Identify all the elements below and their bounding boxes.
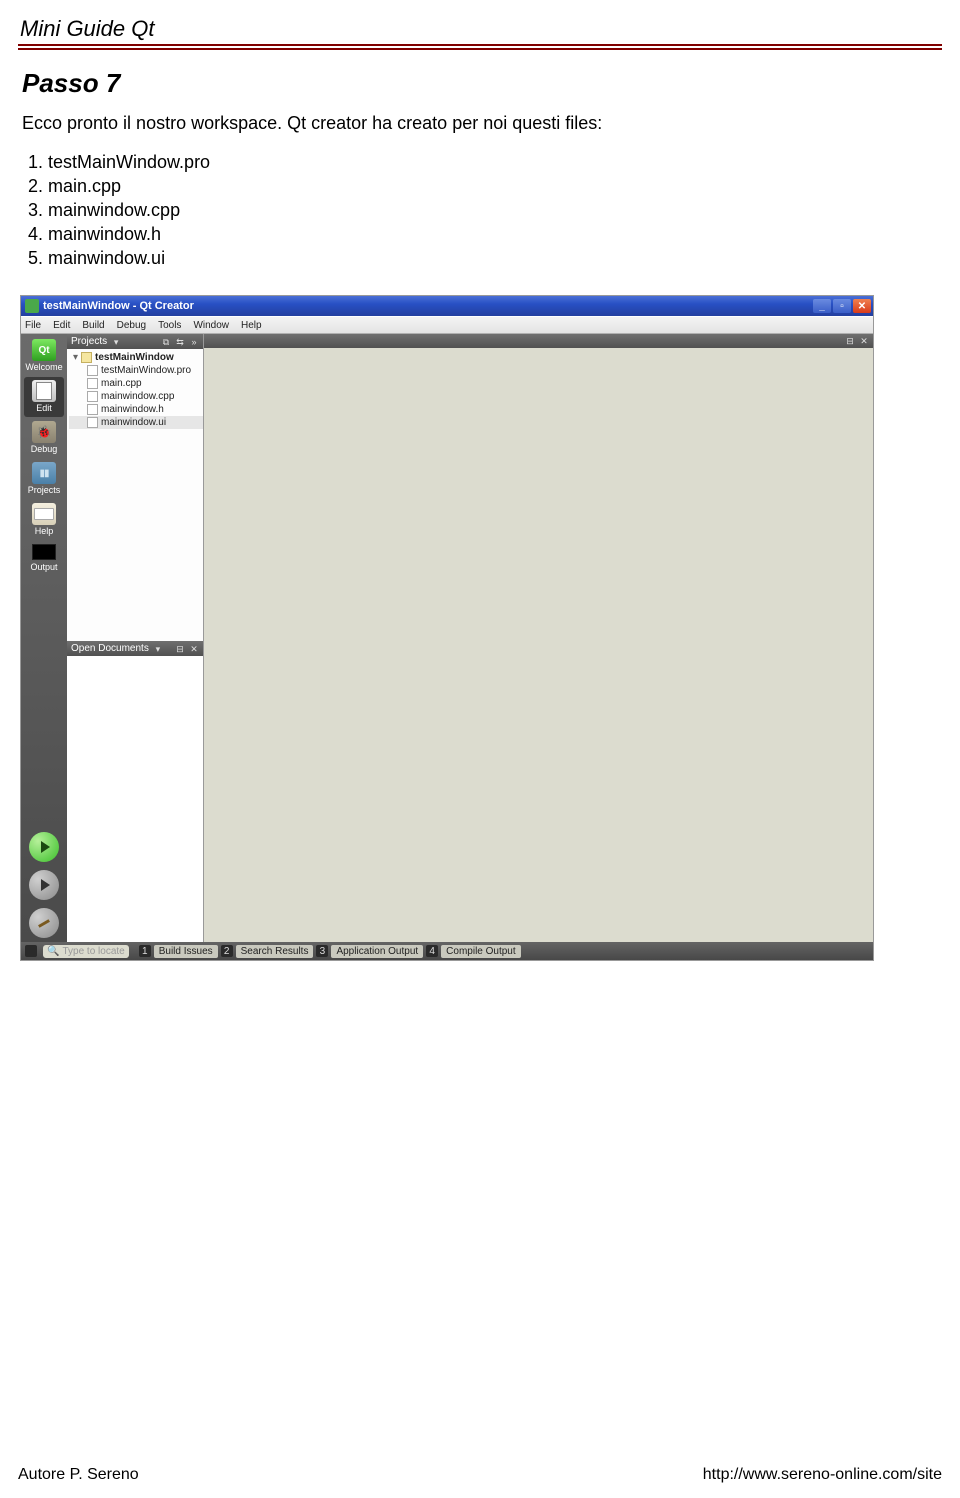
file-icon — [87, 378, 98, 389]
mode-projects[interactable]: Projects — [24, 459, 64, 499]
node-label: main.cpp — [101, 378, 142, 389]
edit-icon — [32, 380, 56, 402]
projects-header[interactable]: Projects ▾ ⧉ ⇆ » — [67, 334, 203, 349]
rule-top — [18, 44, 942, 46]
intro-paragraph: Ecco pronto il nostro workspace. Qt crea… — [22, 113, 942, 134]
panel-title: Projects — [71, 336, 107, 347]
file-icon — [87, 404, 98, 415]
file-item: main.cpp — [48, 176, 942, 197]
mode-help[interactable]: Help — [24, 500, 64, 540]
tree-root[interactable]: ▾ testMainWindow — [69, 351, 203, 364]
maximize-button[interactable]: ▫ — [833, 299, 851, 313]
project-tree[interactable]: ▾ testMainWindow testMainWindow.pro main… — [67, 349, 203, 641]
chevron-down-icon[interactable]: ▾ — [153, 644, 163, 654]
mode-welcome[interactable]: Welcome — [24, 336, 64, 376]
footer-author: Autore P. Sereno — [18, 1466, 139, 1484]
chevron-down-icon[interactable]: ▾ — [111, 337, 121, 347]
qt-icon — [32, 339, 56, 361]
debug-run-button[interactable] — [29, 870, 59, 900]
help-icon — [32, 503, 56, 525]
bug-icon — [32, 421, 56, 443]
tab-compile-output[interactable]: 4Compile Output — [426, 945, 520, 958]
file-item: mainwindow.cpp — [48, 200, 942, 221]
split-icon[interactable]: ⊟ — [845, 336, 855, 346]
node-label: mainwindow.ui — [101, 417, 166, 428]
mode-label: Edit — [36, 403, 52, 413]
more-icon[interactable]: » — [189, 337, 199, 347]
tab-search-results[interactable]: 2Search Results — [221, 945, 314, 958]
node-label: testMainWindow — [95, 352, 174, 363]
status-bar: 🔍 Type to locate 1Build Issues 2Search R… — [21, 942, 873, 960]
node-label: mainwindow.cpp — [101, 391, 174, 402]
mode-label: Welcome — [25, 362, 62, 372]
build-button[interactable] — [29, 908, 59, 938]
file-icon — [87, 365, 98, 376]
tab-build-issues[interactable]: 1Build Issues — [139, 945, 218, 958]
menu-file[interactable]: File — [25, 320, 41, 331]
close-button[interactable]: ✕ — [853, 299, 871, 313]
mode-label: Projects — [28, 485, 61, 495]
output-icon — [32, 544, 56, 560]
open-documents-list[interactable] — [67, 656, 203, 942]
mode-output[interactable]: Output — [24, 541, 64, 576]
tree-file[interactable]: testMainWindow.pro — [69, 364, 203, 377]
file-list: testMainWindow.pro main.cpp mainwindow.c… — [22, 152, 942, 269]
file-icon — [87, 391, 98, 402]
mode-edit[interactable]: Edit — [24, 377, 64, 417]
mode-label: Output — [30, 562, 57, 572]
open-documents-header[interactable]: Open Documents ▾ ⊟ ✕ — [67, 641, 203, 656]
window-titlebar[interactable]: testMainWindow - Qt Creator _ ▫ ✕ — [21, 296, 873, 316]
folder-icon — [81, 352, 92, 363]
file-item: mainwindow.ui — [48, 248, 942, 269]
menu-window[interactable]: Window — [193, 320, 229, 331]
menu-edit[interactable]: Edit — [53, 320, 70, 331]
tree-file[interactable]: mainwindow.cpp — [69, 390, 203, 403]
run-button[interactable] — [29, 832, 59, 862]
panel-title: Open Documents — [71, 643, 149, 654]
work-area: Welcome Edit Debug Projects Help — [21, 334, 873, 942]
tab-application-output[interactable]: 3Application Output — [316, 945, 423, 958]
node-label: mainwindow.h — [101, 404, 164, 415]
mode-bar: Welcome Edit Debug Projects Help — [21, 334, 67, 942]
menu-tools[interactable]: Tools — [158, 320, 181, 331]
menu-help[interactable]: Help — [241, 320, 262, 331]
locator-placeholder: Type to locate — [62, 946, 124, 957]
mode-label: Debug — [31, 444, 58, 454]
toggle-sidebar-button[interactable] — [25, 945, 37, 957]
section-title: Passo 7 — [22, 68, 942, 99]
node-label: testMainWindow.pro — [101, 365, 191, 376]
rule-top-2 — [18, 48, 942, 50]
menu-bar: File Edit Build Debug Tools Window Help — [21, 316, 873, 334]
screenshot-qtcreator: testMainWindow - Qt Creator _ ▫ ✕ File E… — [20, 295, 874, 961]
menu-debug[interactable]: Debug — [117, 320, 146, 331]
footer-url: http://www.sereno-online.com/site — [703, 1466, 942, 1484]
close-icon[interactable]: ✕ — [859, 336, 869, 346]
doc-title: Mini Guide Qt — [20, 16, 942, 42]
minimize-button[interactable]: _ — [813, 299, 831, 313]
side-panel: Projects ▾ ⧉ ⇆ » ▾ testMainWindow — [67, 334, 204, 942]
tree-file[interactable]: main.cpp — [69, 377, 203, 390]
form-icon — [87, 417, 98, 428]
filter-icon[interactable]: ⧉ — [161, 337, 171, 347]
search-icon: 🔍 — [47, 946, 59, 957]
file-item: testMainWindow.pro — [48, 152, 942, 173]
file-item: mainwindow.h — [48, 224, 942, 245]
mode-label: Help — [35, 526, 54, 536]
editor-area[interactable]: ⊟ ✕ — [204, 334, 873, 942]
app-icon — [25, 299, 39, 313]
locator-input[interactable]: 🔍 Type to locate — [43, 945, 129, 958]
close-icon[interactable]: ✕ — [189, 644, 199, 654]
sync-icon[interactable]: ⇆ — [175, 337, 185, 347]
window-title: testMainWindow - Qt Creator — [43, 300, 194, 312]
menu-build[interactable]: Build — [82, 320, 104, 331]
mode-debug[interactable]: Debug — [24, 418, 64, 458]
tree-file[interactable]: mainwindow.h — [69, 403, 203, 416]
split-icon[interactable]: ⊟ — [175, 644, 185, 654]
tree-file-selected[interactable]: mainwindow.ui — [69, 416, 203, 429]
collapse-icon[interactable]: ▾ — [71, 352, 80, 363]
projects-icon — [32, 462, 56, 484]
